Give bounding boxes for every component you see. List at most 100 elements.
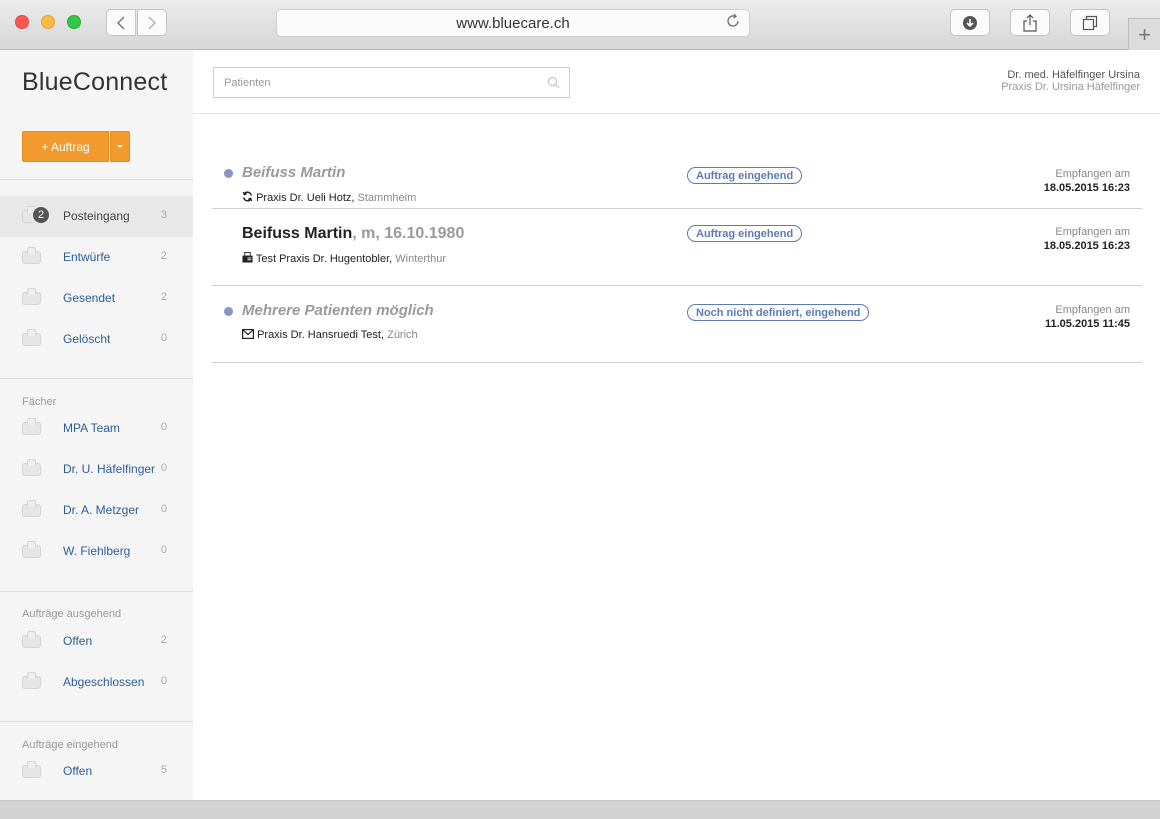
sidebar-item-count: 0 xyxy=(160,421,167,433)
section-title-incoming: Aufträge eingehend xyxy=(22,739,119,751)
received-info: Empfangen am 18.05.2015 16:23 xyxy=(1044,225,1130,253)
sender-location: Zürich xyxy=(387,329,418,341)
received-label: Empfangen am xyxy=(1055,226,1130,238)
chevron-right-icon xyxy=(148,15,157,30)
sidebar-item-label: Offen xyxy=(63,764,93,778)
status-badge: Noch nicht definiert, eingehend xyxy=(687,304,870,321)
back-button[interactable] xyxy=(106,9,136,36)
sender-name: Test Praxis Dr. Hugentobler, xyxy=(255,253,393,265)
new-tab-button[interactable]: + xyxy=(1128,18,1160,50)
message-sender: Test Praxis Dr. Hugentobler, Winterthur xyxy=(242,252,446,265)
sender-location: Stammheim xyxy=(357,192,417,204)
tray-icon xyxy=(22,418,41,435)
share-button[interactable] xyxy=(1010,9,1050,36)
sidebar-item-count: 3 xyxy=(160,209,167,221)
sidebar-item-outgoing-abgeschlossen[interactable]: Abgeschlossen 0 xyxy=(0,662,193,703)
sidebar-item-u-haefelfinger[interactable]: Dr. U. Häfelfinger 0 xyxy=(0,449,193,490)
address-bar[interactable]: www.bluecare.ch xyxy=(276,9,750,37)
sidebar-divider xyxy=(0,721,193,722)
tray-icon xyxy=(22,459,41,476)
tray-icon xyxy=(22,329,41,346)
sidebar-item-entwuerfe[interactable]: Entwürfe 2 xyxy=(0,237,193,278)
sidebar-item-gesendet[interactable]: Gesendet 2 xyxy=(0,278,193,319)
unread-badge: 2 xyxy=(31,205,51,225)
sidebar-item-count: 0 xyxy=(160,544,167,556)
app-logo[interactable]: BlueConnect xyxy=(22,68,167,97)
show-tabs-button[interactable] xyxy=(1070,9,1110,36)
tray-icon xyxy=(22,761,41,778)
sidebar-item-mpa-team[interactable]: MPA Team 0 xyxy=(0,408,193,449)
zoom-window-button[interactable] xyxy=(67,15,81,29)
message-row[interactable]: Mehrere Patienten möglich Praxis Dr. Han… xyxy=(212,286,1142,363)
fax-icon xyxy=(242,252,253,263)
sidebar-item-count: 5 xyxy=(160,764,167,776)
new-order-button[interactable]: + Auftrag xyxy=(22,131,109,162)
message-row[interactable]: Beifuss Martin Praxis Dr. Ueli Hotz, Sta… xyxy=(212,132,1142,209)
search-input[interactable] xyxy=(214,68,569,97)
sidebar-item-count: 0 xyxy=(160,503,167,515)
search-icon[interactable] xyxy=(547,76,560,89)
caret-down-icon xyxy=(117,145,123,148)
tray-icon xyxy=(22,500,41,517)
tray-icon xyxy=(22,672,41,689)
sidebar-item-label: Abgeschlossen xyxy=(63,675,145,689)
sync-icon xyxy=(242,191,253,202)
sidebar-item-count: 0 xyxy=(160,462,167,474)
reload-icon[interactable] xyxy=(725,13,741,34)
share-icon xyxy=(1023,13,1037,32)
sidebar-item-count: 2 xyxy=(160,291,167,303)
received-date: 18.05.2015 16:23 xyxy=(1043,240,1130,252)
message-sender: Praxis Dr. Ueli Hotz, Stammheim xyxy=(242,191,416,204)
sidebar: BlueConnect + Auftrag 2 Posteingang 3 En… xyxy=(0,50,193,800)
tray-icon xyxy=(22,631,41,648)
status-badge: Auftrag eingehend xyxy=(687,167,803,184)
tray-icon xyxy=(22,288,41,305)
user-info[interactable]: Dr. med. Häfelfinger Ursina Praxis Dr. U… xyxy=(1001,69,1140,93)
sidebar-item-label: Dr. A. Metzger xyxy=(63,503,140,517)
browser-status-bar xyxy=(0,800,1160,819)
sidebar-item-label: Dr. U. Häfelfinger xyxy=(63,462,156,476)
forward-button[interactable] xyxy=(137,9,167,36)
new-order-button-group: + Auftrag xyxy=(22,131,130,162)
sender-name: Praxis Dr. Hansruedi Test, xyxy=(257,329,385,341)
sidebar-item-geloescht[interactable]: Gelöscht 0 xyxy=(0,319,193,360)
sidebar-item-label: Gesendet xyxy=(63,291,116,305)
unread-dot-icon xyxy=(224,169,233,178)
sidebar-item-a-metzger[interactable]: Dr. A. Metzger 0 xyxy=(0,490,193,531)
tray-icon xyxy=(22,541,41,558)
received-info: Empfangen am 11.05.2015 11:45 xyxy=(1045,303,1130,331)
sidebar-item-posteingang[interactable]: 2 Posteingang 3 xyxy=(0,196,193,237)
sidebar-divider xyxy=(0,378,193,379)
patient-name: Beifuss Martin xyxy=(242,225,353,242)
downloads-button[interactable] xyxy=(950,9,990,36)
message-title: Beifuss Martin, m, 16.10.1980 xyxy=(242,225,464,243)
envelope-icon xyxy=(242,329,255,340)
sidebar-item-outgoing-offen[interactable]: Offen 2 xyxy=(0,621,193,662)
patient-name: Beifuss Martin xyxy=(242,164,346,181)
status-badge: Auftrag eingehend xyxy=(687,225,803,242)
sidebar-item-incoming-offen[interactable]: Offen 5 xyxy=(0,751,193,792)
sender-name: Praxis Dr. Ueli Hotz, xyxy=(256,192,355,204)
browser-toolbar: www.bluecare.ch + xyxy=(0,0,1160,50)
received-info: Empfangen am 18.05.2015 16:23 xyxy=(1044,167,1130,195)
message-row[interactable]: Beifuss Martin, m, 16.10.1980 Test Praxi… xyxy=(212,209,1142,286)
sidebar-item-count: 2 xyxy=(160,634,167,646)
close-window-button[interactable] xyxy=(15,15,29,29)
received-label: Empfangen am xyxy=(1055,304,1130,316)
sidebar-item-w-fiehlberg[interactable]: W. Fiehlberg 0 xyxy=(0,531,193,572)
sidebar-item-count: 2 xyxy=(160,250,167,262)
plus-icon: + xyxy=(1138,21,1151,47)
header-divider xyxy=(193,113,1160,114)
sidebar-item-label: W. Fiehlberg xyxy=(63,544,131,558)
received-date: 11.05.2015 11:45 xyxy=(1044,318,1130,330)
minimize-window-button[interactable] xyxy=(41,15,55,29)
download-icon xyxy=(963,15,977,30)
sidebar-item-label: MPA Team xyxy=(63,421,120,435)
patient-search xyxy=(213,67,570,98)
unread-dot-icon xyxy=(224,307,233,316)
sidebar-item-label: Posteingang xyxy=(63,209,130,223)
tray-icon xyxy=(22,247,41,264)
url-text: www.bluecare.ch xyxy=(456,14,570,32)
new-order-dropdown-button[interactable] xyxy=(110,131,130,162)
sidebar-divider xyxy=(0,179,193,180)
